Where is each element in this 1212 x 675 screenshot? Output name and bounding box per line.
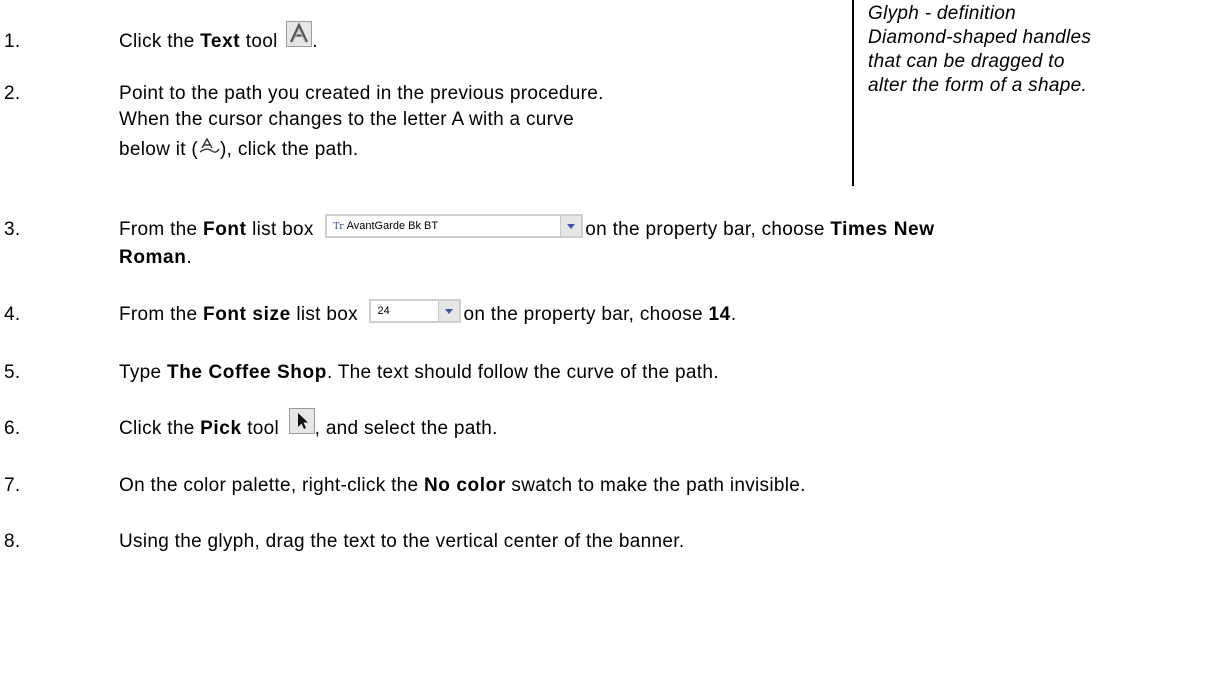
step-number: 1. <box>4 31 21 52</box>
step-text: ), click the path. <box>220 139 359 160</box>
step-text: tool <box>241 418 280 439</box>
step-bold-text: Font <box>203 219 247 240</box>
text-on-path-cursor-icon <box>198 136 220 156</box>
step-text: swatch to make the path invisible. <box>505 475 806 496</box>
step-text: . The text should follow the curve of th… <box>326 362 719 383</box>
pick-tool-icon[interactable] <box>288 408 315 434</box>
step-text: Using the glyph, drag the text to the ve… <box>119 531 685 552</box>
step-text: When the cursor changes to the letter A … <box>119 109 574 130</box>
font-list-box[interactable]: Tr AvantGarde Bk BT <box>325 214 584 238</box>
step-bold-text: No color <box>423 475 506 496</box>
step-number: 8. <box>4 531 21 552</box>
step-bold-text: Text <box>200 31 241 52</box>
sidebar-line-4: alter the form of a shape. <box>868 75 1088 96</box>
step-text: , and select the path. <box>314 418 498 439</box>
step-text: on the property bar, choose <box>463 304 709 325</box>
step-number: 4. <box>4 304 21 325</box>
glyph-definition-sidebar: Glyph - definition Diamond-shaped handle… <box>852 0 1204 186</box>
font-size-list-box[interactable]: 24 <box>369 299 462 323</box>
step-text: Click the <box>119 31 201 52</box>
step-bold-text: The Coffee Shop <box>166 362 327 383</box>
step-text: below it ( <box>119 139 199 160</box>
font-size-value: 24 <box>377 305 390 317</box>
step-bold-text: 14 <box>708 304 731 325</box>
step-text: . <box>730 304 737 325</box>
sidebar-line-1: Glyph - definition <box>868 3 1016 24</box>
step-text: Click the <box>119 418 201 439</box>
step-text: From the <box>119 219 203 240</box>
step-bold-text: Roman <box>119 247 187 268</box>
step-text: list box <box>290 304 358 325</box>
step-text: On the color palette, right-click the <box>119 475 424 496</box>
step-text: Type <box>119 362 167 383</box>
step-number: 6. <box>4 418 21 439</box>
step-text: tool <box>240 31 278 52</box>
truetype-icon: Tr <box>333 222 344 232</box>
dropdown-arrow-icon[interactable] <box>438 301 460 321</box>
text-tool-icon[interactable] <box>286 21 313 47</box>
step-text: . <box>186 247 192 268</box>
step-text: on the property bar, choose <box>585 219 831 240</box>
step-number: 2. <box>4 83 21 104</box>
sidebar-line-2: Diamond-shaped handles <box>868 27 1092 48</box>
step-bold-text: Times New <box>830 219 935 240</box>
step-text: From the <box>119 304 203 325</box>
step-number: 3. <box>4 219 21 240</box>
font-list-value: AvantGarde Bk BT <box>346 220 439 232</box>
step-text: . <box>312 31 318 52</box>
step-bold-text: Font size <box>203 304 291 325</box>
dropdown-arrow-icon[interactable] <box>560 216 582 236</box>
step-bold-text: Pick <box>200 418 242 439</box>
sidebar-line-3: that can be dragged to <box>868 51 1065 72</box>
step-number: 7. <box>4 475 21 496</box>
step-number: 5. <box>4 362 21 383</box>
step-text: list box <box>246 219 314 240</box>
